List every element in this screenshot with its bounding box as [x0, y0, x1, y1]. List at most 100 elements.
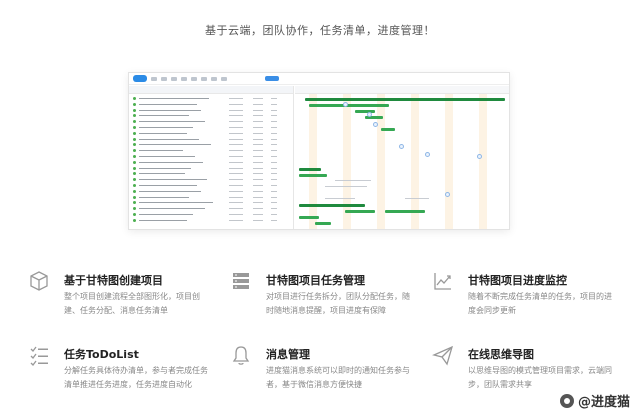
- duration-placeholder: [271, 202, 277, 204]
- feature-title: 在线思维导图: [468, 348, 534, 361]
- status-dot-icon: [133, 195, 136, 199]
- end-date-placeholder: [253, 144, 263, 146]
- duration-placeholder: [271, 161, 277, 163]
- zoom-icon[interactable]: [211, 76, 217, 81]
- undo-icon[interactable]: [151, 76, 157, 81]
- end-date-placeholder: [253, 173, 263, 175]
- milestone-icon[interactable]: [445, 192, 450, 197]
- milestone-icon[interactable]: [425, 152, 430, 157]
- feature-desc: 对项目进行任务拆分，团队分配任务，随时随地消息提醒，项目进度有保障: [266, 292, 410, 315]
- task-row[interactable]: [129, 171, 294, 176]
- task-row[interactable]: [129, 160, 294, 165]
- gantt-bar[interactable]: [355, 110, 375, 113]
- start-date-placeholder: [229, 161, 243, 163]
- gantt-bar[interactable]: [299, 174, 327, 177]
- task-row[interactable]: [129, 189, 294, 194]
- task-name-placeholder: [139, 109, 201, 111]
- page-tagline: 基于云端，团队协作，任务清单，进度管理！: [205, 24, 435, 37]
- task-row[interactable]: [129, 108, 294, 113]
- task-row[interactable]: [129, 200, 294, 205]
- task-row[interactable]: [129, 148, 294, 153]
- milestone-icon[interactable]: [343, 102, 348, 107]
- bell-icon: [232, 346, 250, 365]
- status-dot-icon: [133, 213, 136, 216]
- cube-icon: [30, 271, 48, 291]
- gantt-bar[interactable]: [299, 168, 321, 171]
- start-date-placeholder: [229, 115, 243, 117]
- milestone-icon[interactable]: [367, 112, 372, 117]
- duration-placeholder: [271, 156, 277, 157]
- indent-icon[interactable]: [171, 76, 177, 81]
- task-row[interactable]: [129, 131, 294, 136]
- task-name-placeholder: [139, 132, 187, 134]
- task-row[interactable]: [129, 96, 294, 101]
- task-row[interactable]: [129, 206, 294, 211]
- task-row[interactable]: [129, 113, 294, 118]
- task-row[interactable]: [129, 154, 294, 159]
- gantt-bar[interactable]: [299, 216, 319, 219]
- toolbar-accent-button[interactable]: [265, 76, 279, 81]
- task-name-placeholder: [139, 173, 185, 175]
- end-date-placeholder: [253, 196, 263, 198]
- task-name-placeholder: [139, 196, 189, 198]
- end-date-placeholder: [253, 179, 263, 181]
- task-row[interactable]: [129, 183, 294, 188]
- start-date-placeholder: [229, 190, 243, 192]
- milestone-icon[interactable]: [373, 122, 378, 127]
- status-dot-icon: [133, 166, 136, 170]
- start-date-placeholder: [229, 138, 243, 140]
- task-name-placeholder: [139, 185, 197, 186]
- status-dot-icon: [133, 172, 136, 176]
- redo-icon[interactable]: [161, 76, 167, 81]
- start-date-placeholder: [229, 109, 243, 111]
- gantt-bar[interactable]: [385, 210, 425, 213]
- milestone-icon[interactable]: [399, 144, 404, 149]
- duration-placeholder: [271, 208, 277, 210]
- outdent-icon[interactable]: [181, 76, 187, 81]
- task-row[interactable]: [129, 102, 294, 107]
- task-row[interactable]: [129, 142, 294, 147]
- task-row[interactable]: [129, 177, 294, 182]
- gantt-bar[interactable]: [315, 222, 331, 225]
- task-name-placeholder: [139, 167, 191, 169]
- gantt-bar[interactable]: [299, 204, 365, 207]
- end-date-placeholder: [253, 132, 263, 134]
- gantt-screenshot: [128, 72, 510, 230]
- status-dot-icon: [133, 114, 136, 118]
- task-row[interactable]: [129, 166, 294, 171]
- start-date-placeholder: [229, 202, 243, 204]
- status-dot-icon: [133, 126, 136, 129]
- weekend-column: [309, 94, 317, 229]
- link-icon[interactable]: [191, 76, 197, 81]
- end-date-placeholder: [253, 202, 263, 204]
- weekend-column: [343, 94, 351, 229]
- start-date-placeholder: [229, 132, 243, 134]
- milestone-icon[interactable]: [477, 154, 482, 159]
- weekend-column: [377, 94, 385, 229]
- status-dot-icon: [133, 160, 136, 164]
- task-name-placeholder: [139, 161, 203, 163]
- task-row[interactable]: [129, 212, 294, 217]
- end-date-placeholder: [253, 208, 263, 210]
- delete-icon[interactable]: [201, 76, 207, 81]
- task-row[interactable]: [129, 125, 294, 130]
- task-row[interactable]: [129, 137, 294, 142]
- duration-placeholder: [271, 144, 277, 146]
- task-row[interactable]: [129, 195, 294, 200]
- task-row[interactable]: [129, 218, 294, 223]
- gantt-bar[interactable]: [305, 98, 505, 101]
- status-dot-icon: [133, 97, 136, 100]
- filter-icon[interactable]: [221, 76, 227, 81]
- gantt-bar[interactable]: [381, 128, 395, 131]
- task-row[interactable]: [129, 119, 294, 124]
- status-dot-icon: [133, 189, 136, 193]
- weekend-column: [445, 94, 453, 229]
- status-dot-icon: [133, 184, 136, 187]
- start-date-placeholder: [229, 173, 243, 175]
- checklist-icon: [30, 346, 48, 366]
- start-date-placeholder: [229, 144, 243, 146]
- status-dot-icon: [133, 218, 136, 222]
- duration-placeholder: [271, 109, 277, 111]
- gantt-bar[interactable]: [345, 210, 375, 213]
- gantt-bar[interactable]: [309, 104, 389, 107]
